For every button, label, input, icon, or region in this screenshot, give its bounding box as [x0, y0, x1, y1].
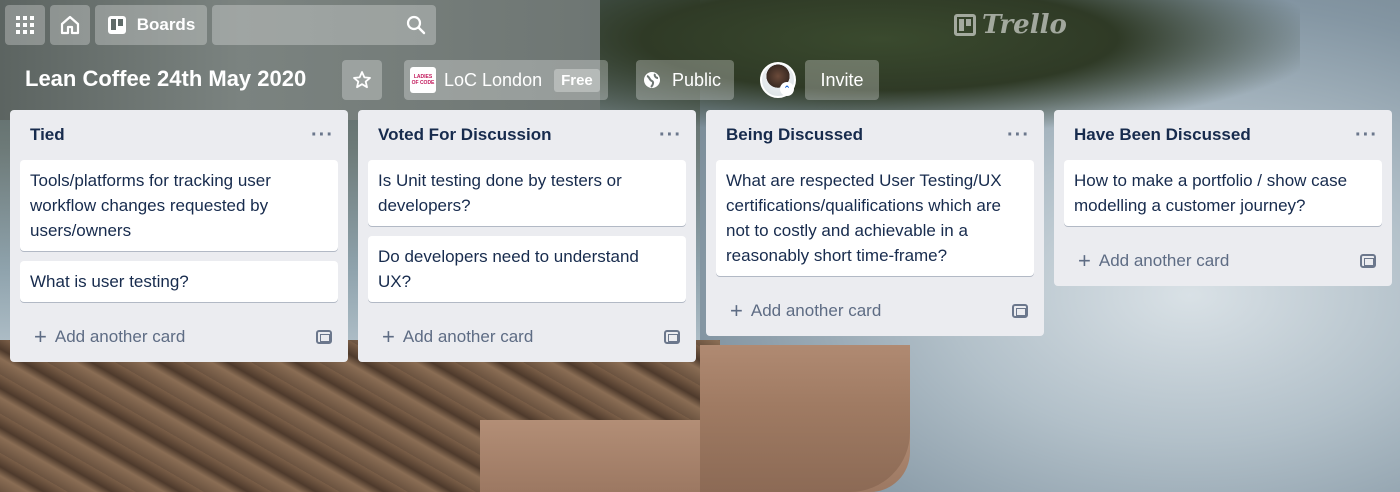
- search-icon[interactable]: [406, 15, 426, 35]
- add-card-row: + Add another card: [368, 312, 686, 362]
- list-header: Have Been Discussed ···: [1064, 110, 1382, 160]
- plus-icon: +: [34, 324, 47, 349]
- template-icon[interactable]: [1012, 304, 1028, 318]
- top-nav: Boards Trello: [0, 0, 1400, 50]
- list-header: Tied ···: [20, 110, 338, 160]
- template-icon[interactable]: [1360, 254, 1376, 268]
- trello-logo[interactable]: Trello: [954, 10, 1067, 40]
- team-button[interactable]: LADIES OF CODE LoC London Free: [404, 60, 608, 100]
- plus-icon: +: [730, 298, 743, 323]
- trello-logo-icon: [954, 14, 976, 36]
- list-tied: Tied ··· Tools/platforms for tracking us…: [10, 110, 348, 362]
- list-title[interactable]: Being Discussed: [726, 125, 863, 145]
- more-icon[interactable]: ···: [1007, 125, 1030, 145]
- home-icon: [60, 15, 80, 35]
- plus-icon: +: [382, 324, 395, 349]
- list-voted-for-discussion: Voted For Discussion ··· Is Unit testing…: [358, 110, 696, 362]
- card[interactable]: Tools/platforms for tracking user workfl…: [20, 160, 338, 251]
- more-icon[interactable]: ···: [311, 125, 334, 145]
- home-button[interactable]: [50, 5, 90, 45]
- team-logo: LADIES OF CODE: [410, 67, 436, 93]
- list-title[interactable]: Voted For Discussion: [378, 125, 552, 145]
- list-title[interactable]: Tied: [30, 125, 65, 145]
- add-card-row: + Add another card: [20, 312, 338, 362]
- grid-icon: [16, 16, 34, 34]
- list-header: Voted For Discussion ···: [368, 110, 686, 160]
- add-card-label: Add another card: [1098, 251, 1230, 270]
- plan-badge: Free: [554, 68, 600, 92]
- add-card-row: + Add another card: [1064, 236, 1382, 286]
- boards-label: Boards: [136, 15, 196, 34]
- add-card-label: Add another card: [54, 327, 186, 346]
- globe-icon: [644, 72, 660, 88]
- card[interactable]: What is user testing?: [20, 261, 338, 302]
- card[interactable]: Is Unit testing done by testers or devel…: [368, 160, 686, 226]
- card[interactable]: Do developers need to understand UX?: [368, 236, 686, 302]
- logo-text: Trello: [982, 10, 1067, 40]
- template-icon[interactable]: [664, 330, 680, 344]
- board-title[interactable]: Lean Coffee 24th May 2020: [25, 66, 306, 92]
- add-card-button[interactable]: + Add another card: [1078, 250, 1229, 272]
- list-header: Being Discussed ···: [716, 110, 1034, 160]
- list-title[interactable]: Have Been Discussed: [1074, 125, 1251, 145]
- boards-icon: [107, 16, 126, 34]
- plus-icon: +: [1078, 248, 1091, 273]
- add-card-label: Add another card: [402, 327, 534, 346]
- card[interactable]: What are respected User Testing/UX certi…: [716, 160, 1034, 276]
- card[interactable]: How to make a portfolio / show case mode…: [1064, 160, 1382, 226]
- list-have-been-discussed: Have Been Discussed ··· How to make a po…: [1054, 110, 1392, 286]
- visibility-label: Public: [672, 69, 722, 90]
- star-icon: [353, 71, 371, 89]
- search-input[interactable]: [212, 5, 436, 45]
- add-card-button[interactable]: + Add another card: [34, 326, 185, 348]
- board-header: Lean Coffee 24th May 2020 LADIES OF CODE…: [0, 58, 1400, 102]
- more-icon[interactable]: ···: [1355, 125, 1378, 145]
- add-card-label: Add another card: [750, 301, 882, 320]
- add-card-row: + Add another card: [716, 286, 1034, 336]
- more-icon[interactable]: ···: [659, 125, 682, 145]
- team-name: LoC London: [444, 69, 543, 90]
- boards-button[interactable]: Boards: [95, 5, 207, 45]
- star-button[interactable]: [342, 60, 382, 100]
- admin-badge-icon: ⌃: [780, 82, 794, 96]
- invite-button[interactable]: Invite: [805, 60, 879, 100]
- visibility-button[interactable]: Public: [636, 60, 734, 100]
- apps-button[interactable]: [5, 5, 45, 45]
- list-being-discussed: Being Discussed ··· What are respected U…: [706, 110, 1044, 336]
- add-card-button[interactable]: + Add another card: [382, 326, 533, 348]
- add-card-button[interactable]: + Add another card: [730, 300, 881, 322]
- template-icon[interactable]: [316, 330, 332, 344]
